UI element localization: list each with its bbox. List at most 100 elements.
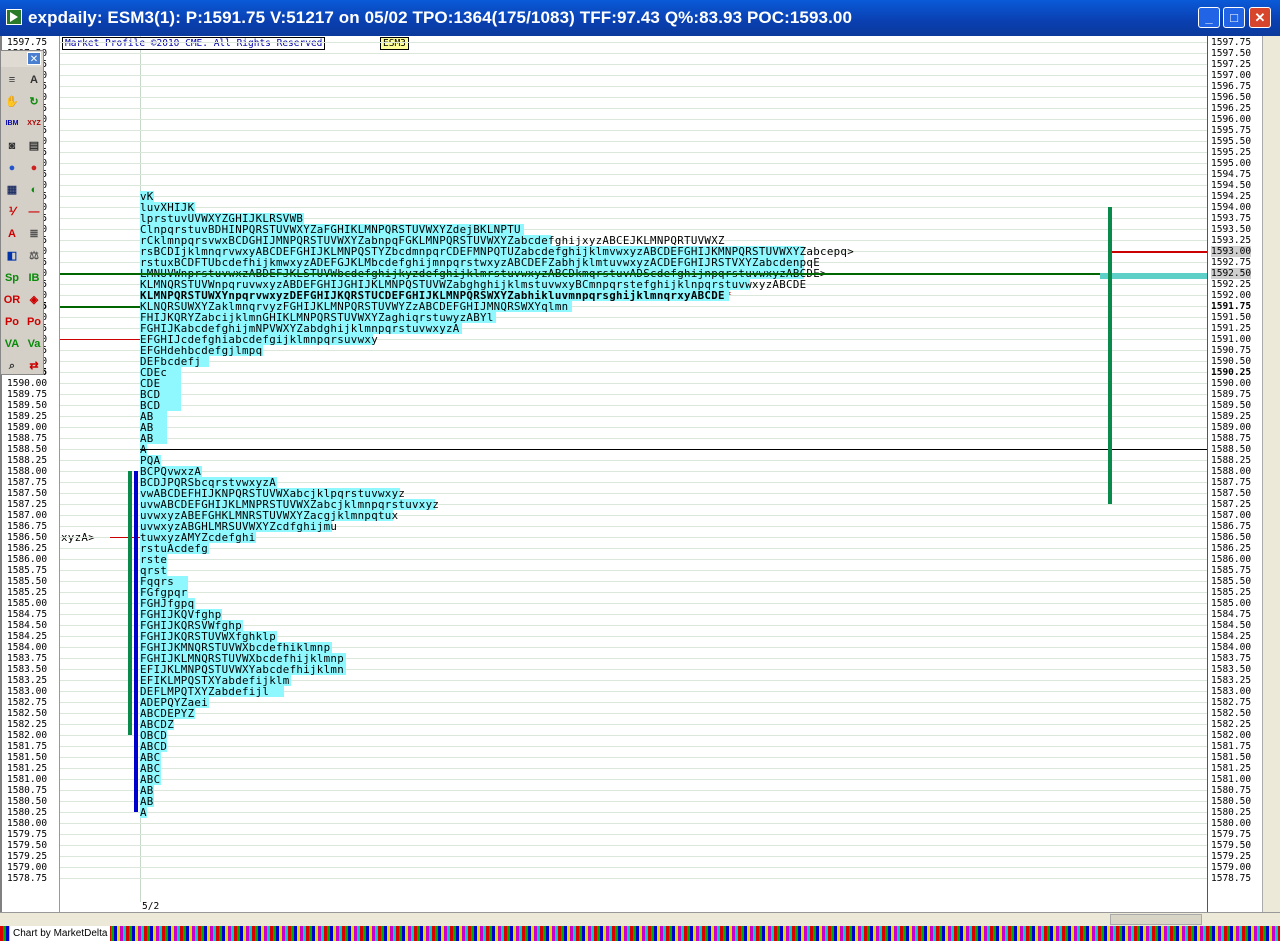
ibm-tool-icon[interactable]: IBM	[3, 115, 21, 133]
market-profile-chart[interactable]: 1597.751597.501597.251597.001596.751596.…	[0, 36, 1280, 912]
horizontal-scrollbar[interactable]	[0, 912, 1280, 926]
profile-row[interactable]: CDEc	[140, 366, 182, 378]
camera-tool-icon[interactable]: ◙	[3, 137, 21, 155]
profile-row[interactable]: FGfgpqr	[140, 586, 188, 598]
profile-row[interactable]: qrst	[140, 564, 168, 576]
notes-tool-icon[interactable]: ▤	[25, 137, 43, 155]
profile-row[interactable]: uvwABCDEFGHIJKLMNPRSTUVWXZabcjklmnpqrstu…	[140, 498, 439, 510]
profile-row[interactable]: rsBCDIjklmnqrvwxyABCDEFGHIJKLMNPQSTYZbcd…	[140, 245, 854, 257]
hand-tool-icon[interactable]: ✋	[3, 93, 21, 111]
maximize-button[interactable]: □	[1223, 7, 1245, 28]
profile-row[interactable]: EFGHdehbcdefgjlmpq	[140, 344, 264, 356]
profile-row[interactable]: AB	[140, 784, 154, 796]
profile-row[interactable]: AB	[140, 795, 154, 807]
profile-row[interactable]: vK	[140, 190, 154, 202]
toolbox-header[interactable]: ✕	[1, 51, 43, 67]
profile-row[interactable]: A	[140, 806, 147, 818]
vertical-scrollbar[interactable]	[1262, 36, 1280, 912]
toolbox-close-icon[interactable]: ✕	[27, 52, 41, 65]
sp-tool-icon[interactable]: Sp	[3, 269, 21, 287]
profile-row[interactable]: FGHJfgpq	[140, 597, 195, 609]
xyz-tool-icon[interactable]: XYZ	[25, 115, 43, 133]
left-price-tick: 1589.50	[7, 399, 48, 411]
profile-row[interactable]: FGHIJKQRSVWfghp	[140, 619, 243, 631]
profile-row[interactable]: OBCD	[140, 729, 168, 741]
grid-tool-icon[interactable]: ▦	[3, 181, 21, 199]
profile-row[interactable]: KLMNQRSTUVWnpqruvwxyzABDEFGHIJGHIJKLMNPQ…	[140, 278, 806, 290]
profile-row[interactable]: rste	[140, 553, 168, 565]
profile-row[interactable]: uvwxyzABGHLMRSUVWXYZcdfghijmu	[140, 520, 337, 532]
profile-row[interactable]: luvXHIJK	[140, 201, 195, 213]
right-price-tick: 1579.25	[1211, 850, 1252, 862]
profile-row[interactable]: AB	[140, 432, 168, 444]
profile-row[interactable]: KLNQRSUWXYZaklmnqrvyzFGHIJKLMNPQRSTUVWYZ…	[140, 300, 572, 312]
profile-row[interactable]: ABCD	[140, 740, 168, 752]
symbol-tag: ESM3	[380, 37, 409, 50]
profile-plot-area[interactable]: Market Profile ©2010 CME. All Rights Res…	[60, 36, 1207, 902]
text-tool-icon[interactable]: A	[3, 225, 21, 243]
profile-row[interactable]: vwABCDEFHIJKNPQRSTUVWXabcjklpqrstuvwxyz	[140, 487, 405, 499]
profile-row[interactable]: BCD	[140, 388, 182, 400]
profile-row[interactable]: tuwxyzAMYZcdefghi	[140, 531, 257, 543]
profile-row[interactable]: EFGHIJcdefghiabcdefgijklmnpqrsuvwxy	[140, 333, 378, 345]
profile-row[interactable]: BCD	[140, 399, 182, 411]
split-tool-icon[interactable]: ◧	[3, 247, 21, 265]
close-button[interactable]: ✕	[1249, 7, 1271, 28]
profile-row[interactable]: EFIJKLMNPQSTUVWXYabcdefhijklmn	[140, 663, 346, 675]
palette-tool-icon[interactable]: ●	[25, 159, 43, 177]
profile-row[interactable]: EFIKLMPQSTXYabdefijklm	[140, 674, 291, 686]
bars-tool-icon[interactable]: ≡	[3, 71, 21, 89]
profile-row[interactable]: ADEPQYZaei	[140, 696, 209, 708]
profile-row[interactable]: BCDJPQRSbcqrstvwxyzA	[140, 476, 277, 488]
profile-row[interactable]: KLMNPQRSTUWXYnpqrvwxyzDEFGHIJKQRSTUCDEFG…	[140, 289, 732, 301]
profile-row[interactable]: PQA	[140, 454, 161, 466]
profile-row[interactable]: FHIJKQRYZabcijklmnGHIKLMNPQRSTUVWXYZaghi…	[140, 311, 497, 323]
profile-row[interactable]: ABC	[140, 773, 161, 785]
minimize-button[interactable]: _	[1198, 7, 1220, 28]
profile-row[interactable]: ClnpqrstuvBDHINPQRSTUVWXYZaFGHIKLMNPQRST…	[140, 223, 524, 235]
left-price-tick: 1587.25	[7, 498, 48, 510]
zoom-tool-icon[interactable]: ⌕	[3, 357, 21, 375]
drawing-toolbox[interactable]: ✕ ≡ A ✋ ↻ IBM XYZ ◙ ▤ ● ● ▦ ◐ ⅟ — A ≣ ◧ ⚖ Sp IB OR ◈ Po Po VA Va ⌕…	[0, 50, 44, 375]
or-tool-icon[interactable]: OR	[3, 291, 21, 309]
profile-row[interactable]: rstuAcdefg	[140, 542, 209, 554]
profile-row[interactable]: ABCDZ	[140, 718, 175, 730]
pocv-tool-icon[interactable]: Po	[25, 313, 43, 331]
refresh-tool-icon[interactable]: ↻	[25, 93, 43, 111]
arrows-tool-icon[interactable]: ⇄	[25, 357, 43, 375]
half-circle-tool-icon[interactable]: ◐	[25, 181, 43, 199]
profile-row[interactable]: uvwxyzABEFGHKLMNRSTUVWXYZacgjklmnpqtux	[140, 509, 398, 521]
profile-row[interactable]: BCPQvwxzA	[140, 465, 202, 477]
profile-row[interactable]: lprstuvUVWXYZGHIJKLRSVWB	[140, 212, 305, 224]
profile-row[interactable]: ABCDEPYZ	[140, 707, 195, 719]
profile-row[interactable]: ABC	[140, 762, 161, 774]
profile-row[interactable]: ABC	[140, 751, 161, 763]
profile-row[interactable]: FGHIJKLMNQRSTUVWXbcdefhijklmnp	[140, 652, 346, 664]
profile-row[interactable]: DEFLMPQTXYZabdefijl	[140, 685, 284, 697]
line-tool-icon[interactable]: —	[25, 203, 43, 221]
profile-row[interactable]: CDE	[140, 377, 182, 389]
ib-tool-icon[interactable]: IB	[25, 269, 43, 287]
profile-row[interactable]: rCklmnpqrsvwxBCDGHIJMNPQRSTUVWXYZabnpqFG…	[140, 234, 725, 246]
vertical-scroll-thumb[interactable]	[1264, 52, 1279, 892]
poc-tool-icon[interactable]: Po	[3, 313, 21, 331]
fraction-tool-icon[interactable]: ⅟	[3, 203, 21, 221]
align-tool-icon[interactable]: ≣	[25, 225, 43, 243]
profile-row[interactable]: FGHIJKabcdefghijmNPVWXYZabdghijklmnpqrst…	[140, 322, 462, 334]
profile-row[interactable]: DEFbcdefj	[140, 355, 209, 367]
color-wheel-tool-icon[interactable]: ●	[3, 159, 21, 177]
profile-row[interactable]: FGHIJKQRSTUVWXfghklp	[140, 630, 277, 642]
letters-tool-icon[interactable]: A	[25, 71, 43, 89]
profile-row[interactable]: AB	[140, 421, 168, 433]
profile-row[interactable]: FGHIJKMNQRSTUVWXbcdefhiklmnp	[140, 641, 332, 653]
profile-row[interactable]: Fqqrs	[140, 575, 188, 587]
profile-row[interactable]: rstuxBCDFTUbcdefhijkmwxyzADEFGJKLMbcdefg…	[140, 256, 820, 268]
scale-tool-icon[interactable]: ⚖	[25, 247, 43, 265]
profile-row[interactable]: FGHIJKQVfghp	[140, 608, 223, 620]
diamond-tool-icon[interactable]: ◈	[25, 291, 43, 309]
profile-row[interactable]: AB	[140, 410, 168, 422]
va-tool-icon[interactable]: VA	[3, 335, 21, 353]
horizontal-scroll-thumb[interactable]	[1110, 914, 1202, 925]
price-gridline	[60, 867, 1207, 868]
vavo-tool-icon[interactable]: Va	[25, 335, 43, 353]
